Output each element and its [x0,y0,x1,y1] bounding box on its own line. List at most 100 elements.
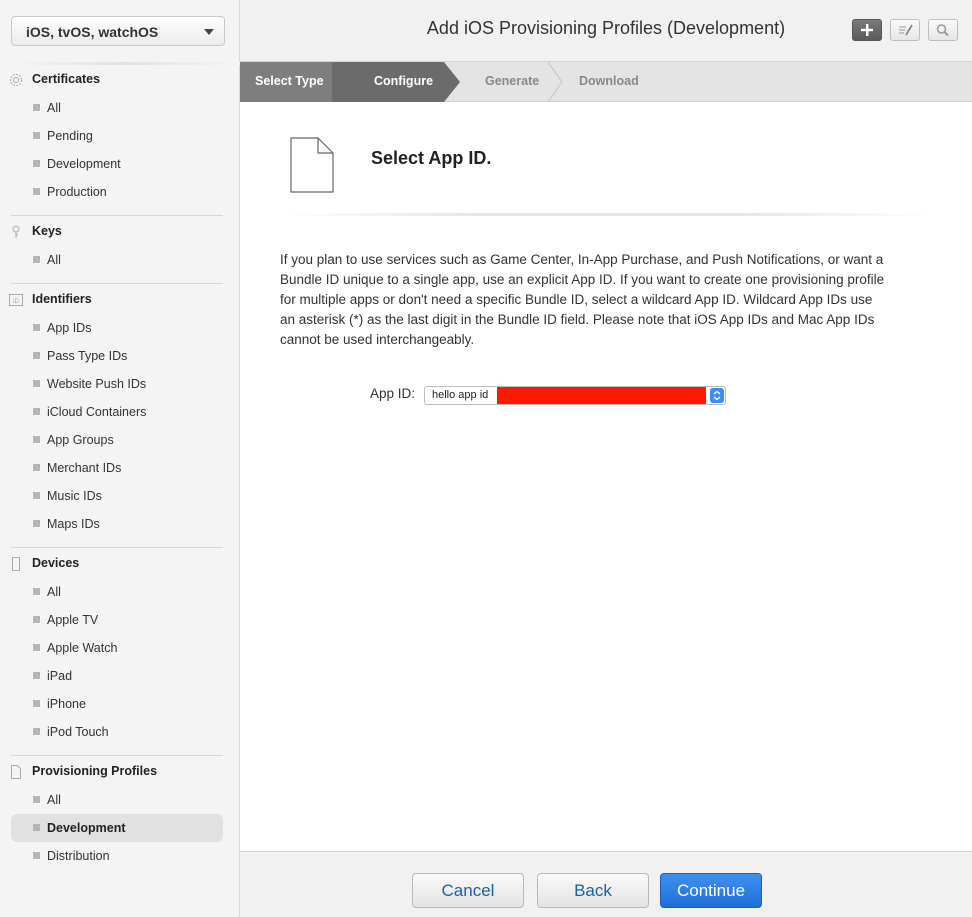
sidebar-item-label: Distribution [47,849,110,863]
bullet [33,188,40,195]
step-configure: Configure [332,62,444,102]
divider [280,213,935,216]
bullet [33,700,40,707]
app-id-label: App ID: [370,386,416,401]
sidebar-item-pass-type-ids[interactable]: Pass Type IDs [11,342,223,370]
section-heading: Select App ID. [371,148,492,168]
bullet [33,256,40,263]
sidebar-item-merchant-ids[interactable]: Merchant IDs [11,454,223,482]
edit-button[interactable] [890,19,920,41]
sidebar-item-label: Maps IDs [47,517,100,531]
page-header: Add iOS Provisioning Profiles (Developme… [240,0,972,62]
bullet [33,520,40,527]
sidebar-item-keys-all[interactable]: All [11,246,223,274]
sidebar-item-icloud-containers[interactable]: iCloud Containers [11,398,223,426]
sidebar-item-label: All [47,253,61,267]
sidebar-item-label: Apple Watch [47,641,118,655]
sidebar-item-apple-watch[interactable]: Apple Watch [11,634,223,662]
step-label: Configure [374,74,434,88]
bullet [33,728,40,735]
sidebar-item-label: All [47,793,61,807]
sidebar-item-app-groups[interactable]: App Groups [11,426,223,454]
sidebar-item-label: Pass Type IDs [47,349,128,363]
bullet [33,408,40,415]
sidebar-item-certificates-production[interactable]: Production [11,178,223,206]
redaction-block [497,387,706,404]
app-id-value: hello app id [432,389,489,401]
divider [11,215,223,216]
sidebar-item-ipod-touch[interactable]: iPod Touch [11,718,223,746]
search-icon [936,24,949,37]
bullet [33,380,40,387]
sidebar-item-label: iCloud Containers [47,405,147,419]
bullet [33,824,40,831]
progress-steps: Select Type Configure Generate Download [240,62,972,102]
sidebar-item-maps-ids[interactable]: Maps IDs [11,510,223,538]
sidebar: iOS, tvOS, watchOS Certificates All Pend… [0,0,240,917]
chevron-down-icon [204,29,214,35]
sidebar-item-profiles-all[interactable]: All [11,786,223,814]
sidebar-item-label: All [47,585,61,599]
section-identifiers: ID Identifiers App IDs Pass Type IDs Web… [0,286,240,538]
sidebar-item-iphone[interactable]: iPhone [11,690,223,718]
sidebar-item-ipad[interactable]: iPad [11,662,223,690]
sidebar-item-label: App IDs [47,321,92,335]
app-id-select[interactable]: hello app id [424,386,726,405]
platform-dropdown[interactable]: iOS, tvOS, watchOS [11,16,225,46]
sidebar-item-label: Production [47,185,107,199]
select-arrows-icon [710,388,724,403]
bullet [33,464,40,471]
document-icon [11,765,21,779]
bullet [33,616,40,623]
divider [11,283,223,284]
step-select-type: Select Type [240,62,332,102]
divider [11,62,240,65]
device-icon [12,557,20,571]
add-button[interactable] [852,19,882,41]
sidebar-item-label: Apple TV [47,613,99,627]
section-title: Certificates [32,72,101,86]
description-text: If you plan to use services such as Game… [280,252,885,347]
step-generate: Generate [452,62,542,102]
sidebar-item-app-ids[interactable]: App IDs [11,314,223,342]
sidebar-item-label: Music IDs [47,489,102,503]
cancel-button[interactable]: Cancel [412,873,524,908]
continue-button[interactable]: Continue [660,873,762,908]
bullet [33,324,40,331]
sidebar-item-label: Merchant IDs [47,461,122,475]
sidebar-item-label: App Groups [47,433,114,447]
document-icon [290,137,334,193]
sidebar-item-certificates-all[interactable]: All [11,94,223,122]
sidebar-item-certificates-development[interactable]: Development [11,150,223,178]
section-provisioning-profiles: Provisioning Profiles All Development Di… [0,758,240,870]
sidebar-item-devices-all[interactable]: All [11,578,223,606]
bullet [33,492,40,499]
search-button[interactable] [928,19,958,41]
sidebar-item-label: Website Push IDs [47,377,147,391]
sidebar-item-profiles-development[interactable]: Development [11,814,223,842]
bullet [33,132,40,139]
sidebar-item-profiles-distribution[interactable]: Distribution [11,842,223,870]
step-label: Generate [485,74,540,88]
key-icon [12,225,20,238]
step-label: Download [579,74,639,88]
bullet [33,588,40,595]
bullet [33,672,40,679]
sidebar-item-label: Development [47,157,121,171]
platform-label: iOS, tvOS, watchOS [26,24,159,40]
back-button[interactable]: Back [537,873,649,908]
section-devices: Devices All Apple TV Apple Watch iPad iP… [0,550,240,746]
sidebar-item-label: iPhone [47,697,86,711]
sidebar-item-apple-tv[interactable]: Apple TV [11,606,223,634]
step-download: Download [542,62,642,102]
sidebar-item-certificates-pending[interactable]: Pending [11,122,223,150]
sidebar-item-website-push-ids[interactable]: Website Push IDs [11,370,223,398]
divider [11,547,223,548]
section-title: Devices [32,556,80,570]
divider [11,755,223,756]
section-keys: Keys All [0,218,240,274]
edit-icon [899,24,913,36]
sidebar-item-music-ids[interactable]: Music IDs [11,482,223,510]
svg-text:ID: ID [13,299,20,305]
sidebar-item-label: All [47,101,61,115]
